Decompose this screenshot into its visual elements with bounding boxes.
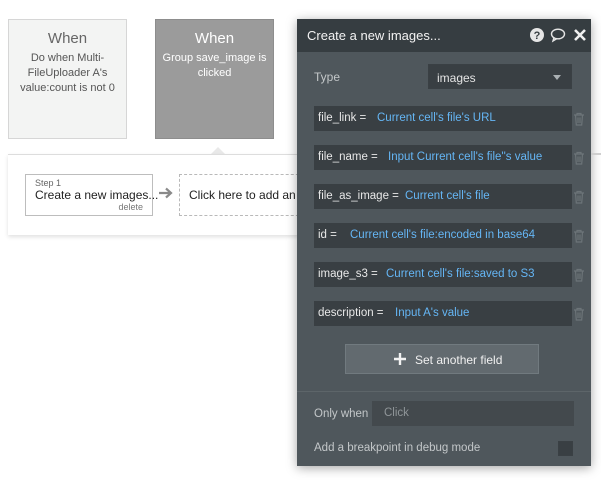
field-name: file_name = [318, 151, 378, 163]
only-when-label: Only when [314, 408, 369, 420]
field-row-description[interactable]: description = Input A's value [314, 301, 572, 326]
divider [297, 391, 591, 392]
breakpoint-checkbox[interactable] [558, 441, 573, 456]
field-name: file_as_image = [318, 190, 399, 202]
selected-event-caret [211, 147, 225, 154]
step-number: Step 1 [35, 178, 62, 188]
field-row-file-link[interactable]: file_link = Current cell's file's URL [314, 106, 572, 131]
help-icon[interactable]: ? [529, 27, 545, 43]
type-dropdown[interactable]: images [428, 64, 572, 89]
type-value: images [437, 71, 476, 85]
plus-icon [394, 353, 406, 365]
field-row-id[interactable]: id = Current cell's file:encoded in base… [314, 223, 572, 248]
trash-icon[interactable] [573, 190, 585, 204]
field-expression[interactable]: Input A's value [395, 307, 469, 319]
set-another-field-label: Set another field [415, 353, 503, 367]
field-expression[interactable]: Current cell's file:saved to S3 [386, 268, 535, 280]
event-card-multifileuploader[interactable]: When Do when Multi-FileUploader A's valu… [8, 19, 127, 139]
field-row-file-as-image[interactable]: file_as_image = Current cell's file [314, 184, 572, 209]
set-another-field-button[interactable]: Set another field [345, 344, 539, 374]
add-action-label: Click here to add an action... [189, 188, 308, 202]
field-expression[interactable]: Input Current cell's file''s value [388, 151, 542, 163]
only-when-input[interactable]: Click [372, 401, 574, 426]
chevron-down-icon [553, 75, 561, 80]
field-row-file-name[interactable]: file_name = Input Current cell's file''s… [314, 145, 572, 170]
trash-icon[interactable] [573, 151, 585, 165]
event-title: When [194, 30, 235, 47]
panel-title: Create a new images... [307, 28, 441, 43]
field-name: image_s3 = [318, 268, 378, 280]
trash-icon[interactable] [573, 268, 585, 282]
breakpoint-label: Add a breakpoint in debug mode [314, 442, 481, 454]
svg-text:?: ? [534, 30, 541, 42]
field-expression[interactable]: Current cell's file [405, 190, 490, 202]
canvas-edge-line [591, 153, 601, 155]
add-action-button[interactable]: Click here to add an action... [179, 174, 309, 216]
event-description: Group save_image is clicked [162, 52, 267, 79]
trash-icon[interactable] [573, 112, 585, 126]
field-expression[interactable]: Current cell's file's URL [377, 112, 496, 124]
arrow-right-icon [159, 187, 173, 199]
step-name: Create a new images... [35, 188, 159, 202]
field-expression[interactable]: Current cell's file:encoded in base64 [350, 229, 535, 241]
event-card-save-image[interactable]: When Group save_image is clicked [155, 19, 274, 139]
step-delete-link[interactable]: delete [118, 202, 143, 212]
type-label: Type [314, 70, 341, 84]
field-name: file_link = [318, 112, 367, 124]
event-description: Do when Multi-FileUploader A's value:cou… [20, 52, 115, 94]
only-when-placeholder: Click [384, 407, 409, 419]
trash-icon[interactable] [573, 229, 585, 243]
field-row-image-s3[interactable]: image_s3 = Current cell's file:saved to … [314, 262, 572, 287]
field-name: description = [318, 307, 384, 319]
close-icon[interactable] [572, 27, 588, 43]
action-property-editor: Create a new images... ? Type images fil… [297, 19, 591, 466]
comment-icon[interactable] [550, 27, 566, 43]
field-name: id = [318, 229, 337, 241]
step-card[interactable]: Step 1 Create a new images... delete [25, 174, 158, 216]
panel-header: Create a new images... ? [297, 19, 591, 52]
trash-icon[interactable] [573, 307, 585, 321]
event-title: When [47, 30, 88, 47]
